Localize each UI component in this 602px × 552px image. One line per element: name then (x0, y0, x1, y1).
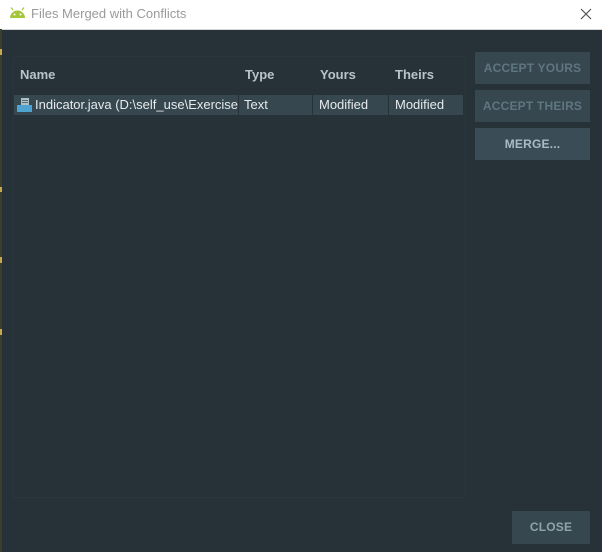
table-header: Name Type Yours Theirs (14, 57, 465, 93)
title-bar: Files Merged with Conflicts (0, 0, 602, 30)
file-name: Indicator.java (D:\self_use\Exercise( (35, 97, 239, 112)
close-button[interactable]: CLOSE (512, 511, 590, 544)
close-icon[interactable] (578, 6, 594, 22)
edge-marker (0, 49, 2, 55)
column-header-type[interactable]: Type (245, 67, 274, 82)
cell-name: Indicator.java (D:\self_use\Exercise( (14, 95, 239, 115)
accept-theirs-button[interactable]: ACCEPT THEIRS (475, 90, 590, 122)
column-header-name[interactable]: Name (20, 67, 55, 82)
window-edge (0, 29, 2, 552)
cell-theirs: Modified (395, 97, 445, 112)
cell-yours: Modified (314, 95, 389, 115)
edge-marker (0, 187, 2, 192)
android-icon (10, 7, 25, 18)
conflicts-table: Name Type Yours Theirs Indicator.java (D… (13, 56, 466, 498)
column-header-theirs[interactable]: Theirs (395, 67, 434, 82)
cell-type: Text (239, 95, 313, 115)
column-header-yours[interactable]: Yours (320, 67, 356, 82)
accept-yours-button[interactable]: ACCEPT YOURS (475, 52, 590, 84)
edge-marker (0, 257, 2, 263)
edge-marker (0, 329, 2, 335)
window-title: Files Merged with Conflicts (31, 6, 187, 21)
merge-button[interactable]: MERGE... (475, 128, 590, 160)
table-row[interactable]: Indicator.java (D:\self_use\Exercise( Te… (14, 95, 463, 115)
java-file-icon (17, 98, 32, 112)
